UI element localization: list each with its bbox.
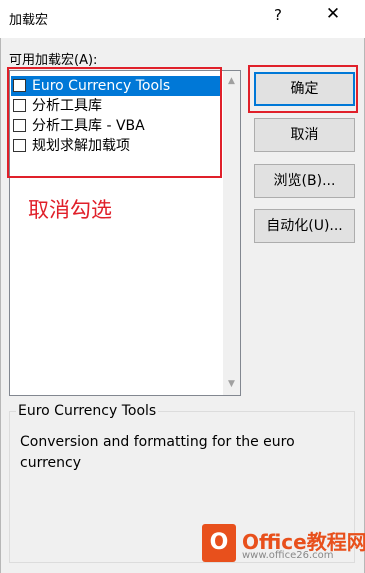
annotation-text: 取消勾选 [28,198,112,222]
browse-button[interactable]: 浏览(B)... [254,164,355,198]
available-addins-label: 可用加载宏(A): [9,53,98,68]
scroll-up-icon[interactable]: ▲ [223,73,240,90]
help-button[interactable]: ? [268,6,288,24]
listbox-scrollbar[interactable]: ▲ ▼ [223,71,240,395]
watermark-url: www.office26.com [242,550,334,561]
close-button[interactable]: ✕ [322,4,344,24]
description-text: Conversion and formatting for the euro c… [20,434,295,471]
title-bar: 加载宏 ? ✕ [0,0,365,38]
highlight-box-ok [248,65,358,113]
description-title: Euro Currency Tools [16,403,159,419]
highlight-box-addins [7,67,222,178]
office-logo-icon: O [202,524,236,562]
watermark-logo: O Office教程网 www.office26.com [202,524,365,570]
automation-button[interactable]: 自动化(U)... [254,209,355,243]
window-border-left [0,38,1,573]
cancel-button[interactable]: 取消 [254,118,355,152]
scroll-down-icon[interactable]: ▼ [223,376,240,393]
window-title: 加载宏 [9,13,49,28]
